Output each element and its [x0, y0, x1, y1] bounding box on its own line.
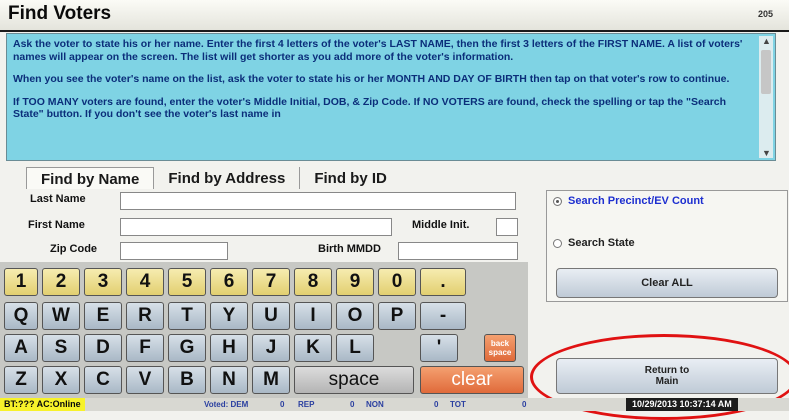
key-5[interactable]: 5	[168, 268, 206, 296]
key-m[interactable]: M	[252, 366, 290, 394]
middle-init-field[interactable]	[496, 218, 518, 236]
key-y[interactable]: Y	[210, 302, 248, 330]
scroll-up-icon[interactable]: ▲	[762, 36, 771, 46]
key-apostrophe[interactable]: '	[420, 334, 458, 362]
search-precinct-option[interactable]: Search Precinct/EV Count	[553, 195, 704, 207]
last-name-label: Last Name	[30, 193, 86, 205]
first-name-field[interactable]	[120, 218, 392, 236]
key-0[interactable]: 0	[378, 268, 416, 296]
birth-mmdd-field[interactable]	[398, 242, 518, 260]
tot-count: 0	[522, 400, 527, 409]
key-b[interactable]: B	[168, 366, 206, 394]
key-c[interactable]: C	[84, 366, 122, 394]
key-p[interactable]: P	[378, 302, 416, 330]
page-number: 205	[757, 9, 773, 19]
key-f[interactable]: F	[126, 334, 164, 362]
radio-unselected-icon[interactable]	[553, 238, 562, 248]
key-space[interactable]: space	[294, 366, 414, 394]
key-r[interactable]: R	[126, 302, 164, 330]
key-l[interactable]: L	[336, 334, 374, 362]
key-u[interactable]: U	[252, 302, 290, 330]
key-clear[interactable]: clear	[420, 366, 524, 394]
instruction-paragraph: If TOO MANY voters are found, enter the …	[13, 95, 727, 121]
key-j[interactable]: J	[252, 334, 290, 362]
onscreen-keyboard: 1 2 3 4 5 6 7 8 9 0 . Q W E R T Y U I O …	[0, 262, 528, 400]
key-1[interactable]: 1	[4, 268, 38, 296]
key-q[interactable]: Q	[4, 302, 38, 330]
key-6[interactable]: 6	[210, 268, 248, 296]
key-9[interactable]: 9	[336, 268, 374, 296]
scroll-thumb[interactable]	[761, 50, 771, 94]
instructions-panel: Ask the voter to state his or her name. …	[6, 33, 776, 161]
key-v[interactable]: V	[126, 366, 164, 394]
key-backspace[interactable]: back space	[484, 334, 516, 362]
key-n[interactable]: N	[210, 366, 248, 394]
search-state-option[interactable]: Search State	[553, 237, 635, 249]
zip-code-field[interactable]	[120, 242, 228, 260]
key-z[interactable]: Z	[4, 366, 38, 394]
first-name-label: First Name	[28, 219, 85, 231]
key-7[interactable]: 7	[252, 268, 290, 296]
key-4[interactable]: 4	[126, 268, 164, 296]
rep-label: REP	[298, 400, 315, 409]
key-a[interactable]: A	[4, 334, 38, 362]
key-hyphen[interactable]: -	[420, 302, 466, 330]
title-bar: Find Voters 205	[0, 0, 789, 32]
tab-find-by-id[interactable]: Find by ID	[300, 167, 401, 189]
find-voters-window: Find Voters 205 Ask the voter to state h…	[0, 0, 789, 420]
key-e[interactable]: E	[84, 302, 122, 330]
key-d[interactable]: D	[84, 334, 122, 362]
birth-mmdd-label: Birth MMDD	[318, 243, 381, 255]
connection-status: BT:??? AC:Online	[0, 398, 85, 411]
key-period[interactable]: .	[420, 268, 466, 296]
key-2[interactable]: 2	[42, 268, 80, 296]
rep-count: 0	[350, 400, 355, 409]
key-i[interactable]: I	[294, 302, 332, 330]
search-tabs: Find by Name Find by Address Find by ID	[26, 167, 401, 189]
key-8[interactable]: 8	[294, 268, 332, 296]
scroll-down-icon[interactable]: ▼	[762, 148, 771, 158]
key-h[interactable]: H	[210, 334, 248, 362]
middle-init-label: Middle Init.	[412, 219, 470, 231]
key-s[interactable]: S	[42, 334, 80, 362]
key-w[interactable]: W	[42, 302, 80, 330]
key-o[interactable]: O	[336, 302, 374, 330]
last-name-field[interactable]	[120, 192, 516, 210]
clear-all-label: Clear ALL	[641, 277, 693, 289]
window-title: Find Voters	[8, 3, 112, 24]
key-g[interactable]: G	[168, 334, 206, 362]
zip-code-label: Zip Code	[50, 243, 98, 255]
instruction-paragraph: Ask the voter to state his or her name. …	[13, 38, 743, 63]
voted-dem-label: Voted: DEM	[204, 400, 249, 409]
key-t[interactable]: T	[168, 302, 206, 330]
key-x[interactable]: X	[42, 366, 80, 394]
clear-all-button[interactable]: Clear ALL	[556, 268, 778, 298]
dem-count: 0	[280, 400, 285, 409]
status-bar: BT:??? AC:Online Voted: DEM 0 REP 0 NON …	[0, 398, 789, 411]
instruction-paragraph: When you see the voter's name on the lis…	[13, 73, 730, 85]
tab-find-by-address[interactable]: Find by Address	[154, 167, 301, 189]
key-3[interactable]: 3	[84, 268, 122, 296]
non-count: 0	[434, 400, 439, 409]
key-k[interactable]: K	[294, 334, 332, 362]
search-state-label: Search State	[568, 237, 635, 249]
name-search-form: Last Name First Name Middle Init. Zip Co…	[6, 188, 538, 262]
radio-selected-icon[interactable]	[553, 196, 562, 206]
date-time: 10/29/2013 10:37:14 AM	[626, 398, 738, 411]
tab-find-by-name[interactable]: Find by Name	[26, 167, 155, 189]
non-label: NON	[366, 400, 384, 409]
instructions-scrollbar[interactable]: ▲ ▼	[759, 36, 773, 158]
tot-label: TOT	[450, 400, 466, 409]
search-precinct-label: Search Precinct/EV Count	[568, 195, 704, 207]
